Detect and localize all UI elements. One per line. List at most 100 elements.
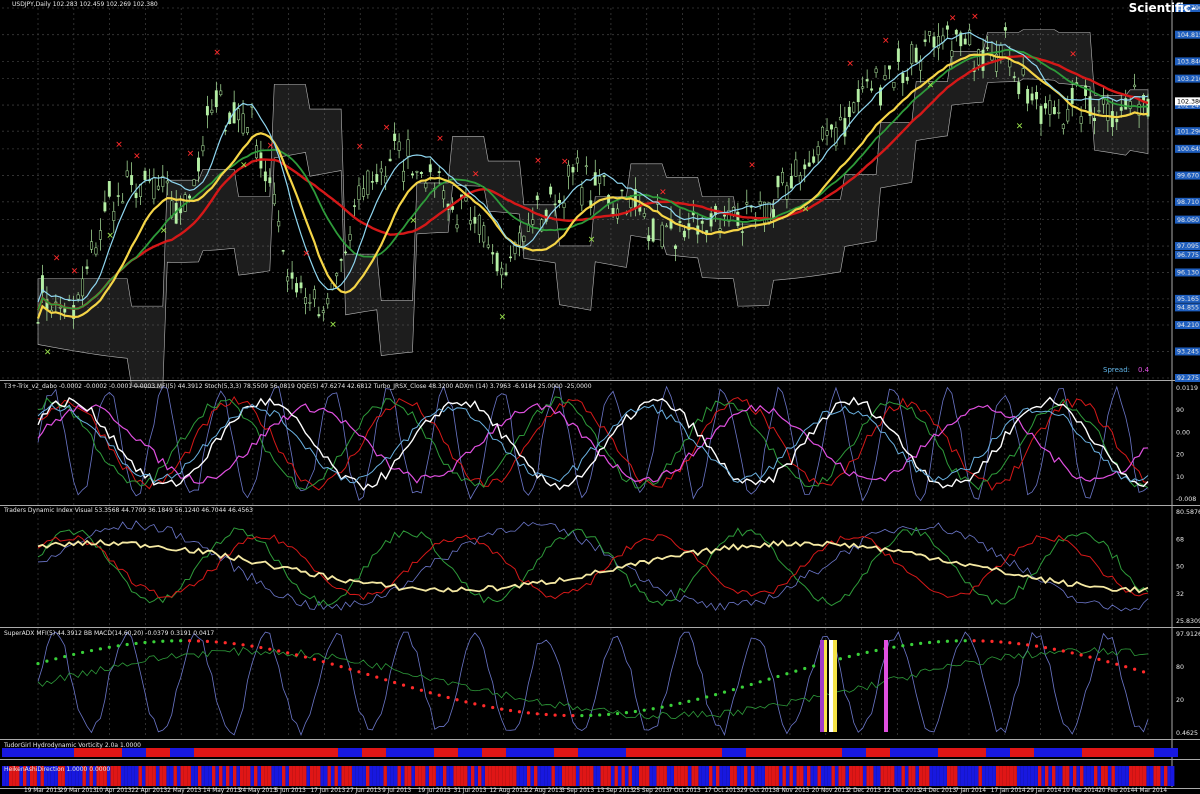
heikenashi-bar xyxy=(362,766,366,786)
heikenashi-bar xyxy=(912,766,916,786)
heikenashi-bar xyxy=(135,766,139,786)
macd-dot xyxy=(446,695,450,700)
candle-body xyxy=(580,187,584,206)
vorticity-bar xyxy=(122,748,146,757)
candle-body xyxy=(428,164,432,173)
macd-dot xyxy=(1079,653,1083,657)
price-tick-label: 96.130 xyxy=(1177,270,1199,277)
heikenashi-bar xyxy=(639,766,643,786)
heikenashi-bar xyxy=(222,766,226,786)
candle-body xyxy=(847,106,851,117)
vorticity-bar xyxy=(458,748,482,757)
price-tick-label: 93.245 xyxy=(1177,349,1199,356)
heikenashi-bar xyxy=(208,766,212,786)
macd-dot xyxy=(794,669,798,673)
heikenashi-bar xyxy=(1146,766,1150,786)
heikenashi-bar xyxy=(1027,766,1031,786)
macd-dot xyxy=(910,642,914,647)
candle-body xyxy=(865,79,869,82)
macd-dot xyxy=(722,690,727,694)
candle-body xyxy=(607,194,611,204)
heikenashi-bar xyxy=(338,766,342,786)
vorticity-bar xyxy=(218,748,242,757)
heikenashi-bar xyxy=(835,766,839,786)
heikenashi-bar xyxy=(1020,766,1024,786)
heikenashi-bar xyxy=(439,766,443,786)
sell-marker: ✕ xyxy=(53,254,61,264)
macd-dot xyxy=(705,695,709,699)
candle-body xyxy=(620,189,624,192)
heikenashi-bar xyxy=(646,766,650,786)
heikenashi-bar xyxy=(845,766,849,786)
heikenashi-bar xyxy=(625,766,629,786)
heikenashi-bar xyxy=(716,766,720,786)
candle-body xyxy=(165,180,169,184)
heikenashi-bar xyxy=(999,766,1003,786)
heikenashi-bar xyxy=(786,766,790,786)
heikenashi-bar xyxy=(1048,766,1052,786)
heikenashi-bar xyxy=(450,766,454,786)
macd-dot xyxy=(607,712,611,716)
price-tick-label: 96.775 xyxy=(1177,252,1199,259)
date-tick-label: 25 Sep 2013 xyxy=(633,788,670,794)
macd-dot xyxy=(508,708,513,713)
heikenashi-bar xyxy=(261,766,265,786)
macd-dot xyxy=(214,640,218,644)
heikenashi-bar xyxy=(233,766,237,786)
heikenashi-bar xyxy=(173,766,177,786)
candle-body xyxy=(76,294,80,300)
heikenashi-bar xyxy=(849,766,853,786)
heikenashi-bar xyxy=(702,766,706,786)
heikenashi-bar xyxy=(796,766,800,786)
heikenashi-bar xyxy=(446,766,450,786)
macd-dot xyxy=(1070,651,1074,655)
candle-body xyxy=(803,164,807,170)
candle-body xyxy=(807,162,811,167)
macd-dot xyxy=(936,640,941,644)
vorticity-bar xyxy=(1130,748,1154,757)
heikenashi-bar xyxy=(1090,766,1094,786)
heikenashi-bar xyxy=(954,766,958,786)
candle-body xyxy=(1119,107,1123,111)
sell-marker: ✕ xyxy=(949,14,957,24)
heikenashi-bar xyxy=(667,766,671,786)
date-tick-label: 3 Sep 2013 xyxy=(561,788,594,794)
candle-body xyxy=(892,81,896,88)
buy-marker: ✕ xyxy=(499,313,507,323)
macd-dot xyxy=(981,639,985,643)
macd-dot xyxy=(624,711,629,715)
heikenashi-bar xyxy=(635,766,639,786)
candle-body xyxy=(718,228,722,231)
vorticity-bar xyxy=(1082,748,1106,757)
candle-body xyxy=(464,197,468,202)
sell-marker: ✕ xyxy=(472,170,480,180)
date-tick-label: 13 Sep 2013 xyxy=(597,788,634,794)
heikenashi-bar xyxy=(663,766,667,786)
vorticity-bar xyxy=(74,748,98,757)
candle-body xyxy=(598,176,602,184)
date-tick-label: 24 Dec 2013 xyxy=(919,788,956,794)
heikenashi-bar xyxy=(1010,766,1014,786)
heikenashi-bar xyxy=(359,766,363,786)
candle-body xyxy=(81,278,85,297)
candle-body xyxy=(205,106,209,116)
macd-spike-bar xyxy=(833,640,837,732)
macd-dot xyxy=(553,713,557,717)
macd-dot xyxy=(1061,649,1065,653)
candle-body xyxy=(758,201,762,206)
macd-dot xyxy=(63,654,67,659)
macd-dot xyxy=(384,678,388,682)
candle-body xyxy=(219,90,223,96)
heikenashi-bar xyxy=(705,766,709,786)
candle-body xyxy=(678,221,682,223)
heikenashi-bar xyxy=(324,766,328,786)
macd-dot xyxy=(259,645,263,650)
candle-body xyxy=(509,256,512,259)
heikenashi-bar xyxy=(565,766,569,786)
candle-body xyxy=(914,47,918,63)
macd-dot xyxy=(669,703,673,707)
vorticity-bar xyxy=(602,748,626,757)
vorticity-bar xyxy=(98,748,122,757)
heikenashi-bar xyxy=(562,766,566,786)
candle-body xyxy=(660,224,664,248)
